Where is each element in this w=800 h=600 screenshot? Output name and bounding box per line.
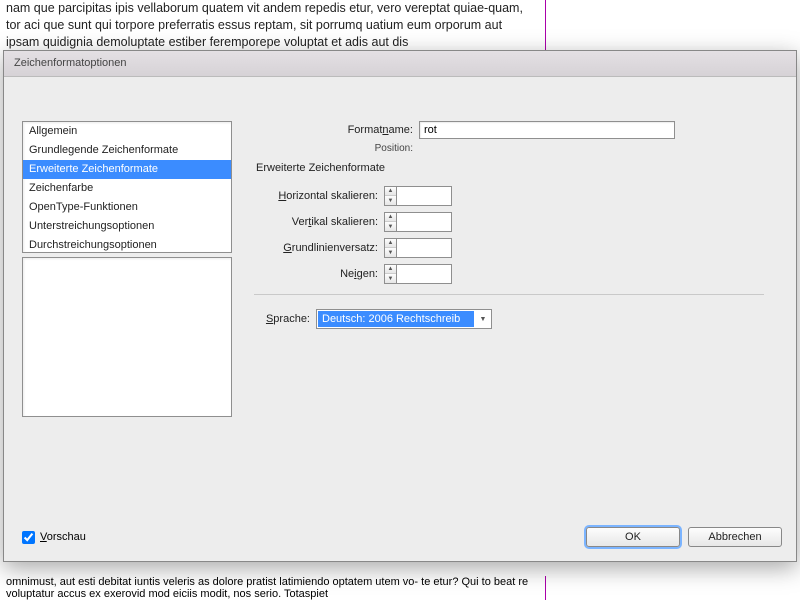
hscale-input[interactable] [396,186,452,206]
vscale-spinner[interactable]: ▲ ▼ [384,212,396,232]
position-label: Position: [254,143,419,154]
bg-top-text: nam que parcipitas ipis vellaborum quate… [6,0,537,51]
sidebar-item-advanced-formats[interactable]: Erweiterte Zeichenformate [23,160,231,179]
vscale-label: Vertikal skalieren: [260,216,384,228]
preview-label: Vorschau [40,531,86,543]
sidebar-item-color[interactable]: Zeichenfarbe [23,179,231,198]
chevron-down-icon[interactable]: ▼ [475,310,491,328]
dialog-titlebar: Zeichenformatoptionen [4,51,796,77]
language-label: Sprache: [260,313,316,325]
baseline-spinner[interactable]: ▲ ▼ [384,238,396,258]
cancel-button[interactable]: Abbrechen [688,527,782,547]
section-title: Erweiterte Zeichenformate [256,162,778,174]
category-listbox[interactable]: Allgemein Grundlegende Zeichenformate Er… [22,121,232,253]
baseline-input[interactable] [396,238,452,258]
spinner-up-icon[interactable]: ▲ [385,213,396,222]
spinner-down-icon[interactable]: ▼ [385,222,396,231]
sidebar-item-underline[interactable]: Unterstreichungsoptionen [23,217,231,236]
category-sidebar: Allgemein Grundlegende Zeichenformate Er… [22,121,232,417]
ok-button[interactable]: OK [586,527,680,547]
spinner-down-icon[interactable]: ▼ [385,196,396,205]
sidebar-item-opentype[interactable]: OpenType-Funktionen [23,198,231,217]
sidebar-item-general[interactable]: Allgemein [23,122,231,141]
spinner-up-icon[interactable]: ▲ [385,265,396,274]
preview-checkbox-wrap[interactable]: Vorschau [22,531,86,544]
character-style-options-dialog: Zeichenformatoptionen Allgemein Grundleg… [3,50,797,562]
main-panel: Formatname: Position: Erweiterte Zeichen… [254,121,778,329]
language-combo[interactable]: Deutsch: 2006 Rechtschreib ▼ [316,309,492,329]
baseline-label: Grundlinienversatz: [260,242,384,254]
skew-input[interactable] [396,264,452,284]
dialog-footer: Vorschau OK Abbrechen [22,527,782,547]
preview-box [22,257,232,417]
spinner-up-icon[interactable]: ▲ [385,187,396,196]
language-value: Deutsch: 2006 Rechtschreib [318,311,474,327]
vscale-input[interactable] [396,212,452,232]
skew-spinner[interactable]: ▲ ▼ [384,264,396,284]
spinner-down-icon[interactable]: ▼ [385,248,396,257]
format-name-label: Formatname: [254,124,419,136]
spinner-up-icon[interactable]: ▲ [385,239,396,248]
sidebar-item-strikethrough[interactable]: Durchstreichungsoptionen [23,236,231,253]
bg-bottom-text: omnimust, aut esti debitat iuntis veleri… [6,576,537,600]
sidebar-item-basic-formats[interactable]: Grundlegende Zeichenformate [23,141,231,160]
format-name-input[interactable] [419,121,675,139]
hscale-label: Horizontal skalieren: [260,190,384,202]
hscale-spinner[interactable]: ▲ ▼ [384,186,396,206]
spinner-down-icon[interactable]: ▼ [385,274,396,283]
dialog-title: Zeichenformatoptionen [14,57,127,69]
divider [254,294,764,295]
skew-label: Neigen: [260,268,384,280]
preview-checkbox[interactable] [22,531,35,544]
document-background-bottom: omnimust, aut esti debitat iuntis veleri… [0,576,800,600]
